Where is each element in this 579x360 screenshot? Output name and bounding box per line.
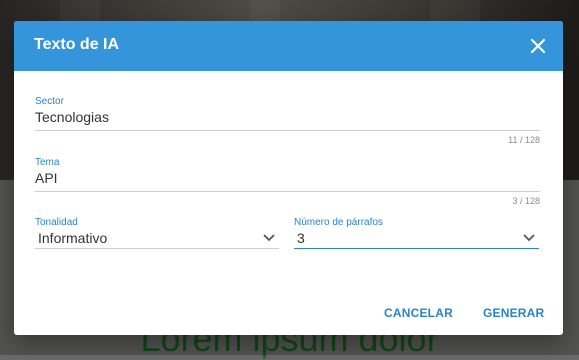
tema-input[interactable]: API <box>35 170 540 186</box>
tema-counter: 3 / 128 <box>512 196 540 206</box>
chevron-down-icon <box>263 234 275 242</box>
tonalidad-select[interactable]: Tonalidad Informativo <box>35 217 279 249</box>
parrafos-select[interactable]: Número de párrafos 3 <box>294 217 539 249</box>
sector-label: Sector <box>35 96 64 107</box>
tonalidad-label: Tonalidad <box>35 217 78 228</box>
generate-button[interactable]: GENERAR <box>483 306 544 320</box>
tema-underline <box>35 191 540 192</box>
dialog-header: Texto de IA <box>14 21 563 71</box>
sector-counter: 11 / 128 <box>508 135 540 145</box>
parrafos-underline <box>294 248 539 249</box>
ai-text-dialog: Texto de IA Sector Tecnologias 11 / 128 … <box>14 21 563 335</box>
close-icon <box>530 38 546 54</box>
chevron-down-icon <box>523 234 535 242</box>
sector-field[interactable]: Sector Tecnologias <box>35 96 540 131</box>
parrafos-label: Número de párrafos <box>294 217 383 228</box>
sector-underline <box>35 130 540 131</box>
close-button[interactable] <box>527 35 549 57</box>
tema-label: Tema <box>35 157 60 168</box>
cancel-button[interactable]: CANCELAR <box>384 306 453 320</box>
tonalidad-underline <box>35 248 279 249</box>
parrafos-value: 3 <box>297 230 305 246</box>
dialog-title: Texto de IA <box>34 36 120 53</box>
sector-input[interactable]: Tecnologias <box>35 109 540 125</box>
tonalidad-value: Informativo <box>38 230 108 246</box>
tema-field[interactable]: Tema API <box>35 157 540 192</box>
